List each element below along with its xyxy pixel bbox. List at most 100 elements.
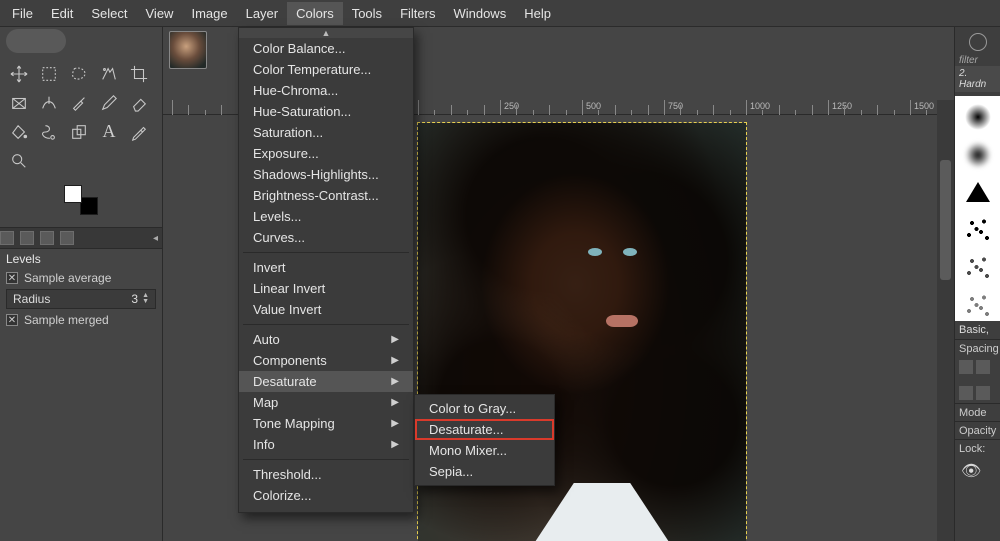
menu-filters[interactable]: Filters [391,2,444,25]
tool-eraser[interactable] [124,89,154,116]
menu-item-curves[interactable]: Curves... [239,227,413,248]
menu-tools[interactable]: Tools [343,2,391,25]
menu-item-colorize[interactable]: Colorize... [239,485,413,506]
pattern-icon[interactable] [969,33,987,51]
menu-item-label: Color Temperature... [253,62,371,77]
submenu-item-mono-mixer[interactable]: Mono Mixer... [415,440,554,461]
menu-item-linear-invert[interactable]: Linear Invert [239,278,413,299]
tool-clone[interactable] [64,118,94,145]
visibility-eye-icon[interactable]: 👁 [955,457,1000,485]
spacing-row[interactable]: Spacing [955,339,1000,357]
menu-item-color-balance[interactable]: Color Balance... [239,38,413,59]
scroll-up-icon[interactable]: ▲ [239,28,413,38]
menu-item-info[interactable]: Info▶ [239,434,413,455]
submenu-item-label: Mono Mixer... [429,443,507,458]
menu-item-value-invert[interactable]: Value Invert [239,299,413,320]
tool-text[interactable]: A [94,118,124,145]
option-sample-merged[interactable]: ✕ Sample merged [0,311,162,329]
menu-item-desaturate[interactable]: Desaturate ▶ [239,371,413,392]
mini-icon[interactable] [959,360,973,374]
brush-noise[interactable] [961,288,995,322]
brush-action-icons [955,357,1000,377]
menu-view[interactable]: View [137,2,183,25]
basic-label: Basic, [955,321,1000,339]
tool-warp[interactable] [34,89,64,116]
brush-noise[interactable] [961,250,995,284]
mode-row[interactable]: Mode [955,403,1000,421]
radius-value: 3 [131,292,138,306]
tool-transform[interactable] [4,89,34,116]
tool-paintbrush[interactable] [64,89,94,116]
menu-item-brightness-contrast[interactable]: Brightness-Contrast... [239,185,413,206]
menu-item-saturation[interactable]: Saturation... [239,122,413,143]
submenu-item-desaturate[interactable]: Desaturate... [415,419,554,440]
menu-item-invert[interactable]: Invert [239,257,413,278]
checkbox-icon: ✕ [6,314,18,326]
brush-soft[interactable] [961,138,995,172]
menu-item-label: Colorize... [253,488,312,503]
menu-item-map[interactable]: Map▶ [239,392,413,413]
tool-pencil[interactable] [94,89,124,116]
menu-item-exposure[interactable]: Exposure... [239,143,413,164]
tool-rect-select[interactable] [34,60,64,87]
spacing-label: Spacing [959,343,999,355]
lock-row[interactable]: Lock: [955,439,1000,457]
tool-bucket-fill[interactable] [4,118,34,145]
menu-item-levels[interactable]: Levels... [239,206,413,227]
tool-zoom[interactable] [4,147,34,174]
dock-menu-icon[interactable]: ◂ [153,233,158,244]
submenu-arrow-icon: ▶ [391,376,399,387]
menu-item-label: Brightness-Contrast... [253,188,379,203]
menu-item-shadows-highlights[interactable]: Shadows-Highlights... [239,164,413,185]
menu-item-auto[interactable]: Auto▶ [239,329,413,350]
opacity-row[interactable]: Opacity [955,421,1000,439]
brush-grid[interactable] [955,96,1000,321]
brush-noise[interactable] [961,212,995,246]
submenu-item-label: Desaturate... [429,422,503,437]
option-sample-average[interactable]: ✕ Sample average [0,269,162,287]
tool-free-select[interactable] [64,60,94,87]
menu-item-label: Desaturate [253,374,317,389]
brush-star[interactable] [961,176,995,208]
brush-soft[interactable] [961,100,995,134]
spinner-icon[interactable]: ▲▼ [142,293,149,305]
menu-edit[interactable]: Edit [42,2,82,25]
dock-tab-3[interactable] [40,231,54,245]
menu-item-color-temperature[interactable]: Color Temperature... [239,59,413,80]
menu-select[interactable]: Select [82,2,136,25]
menu-layer[interactable]: Layer [237,2,288,25]
tool-fuzzy-select[interactable] [94,60,124,87]
submenu-item-sepia[interactable]: Sepia... [415,461,554,482]
tool-smudge[interactable] [34,118,64,145]
tool-color-picker[interactable] [124,118,154,145]
menu-item-components[interactable]: Components▶ [239,350,413,371]
menu-item-hue-saturation[interactable]: Hue-Saturation... [239,101,413,122]
foreground-color[interactable] [64,185,82,203]
tool-crop[interactable] [124,60,154,87]
menu-help[interactable]: Help [515,2,560,25]
menu-item-hue-chroma[interactable]: Hue-Chroma... [239,80,413,101]
option-label: Sample merged [24,313,109,327]
menu-item-tone-mapping[interactable]: Tone Mapping▶ [239,413,413,434]
menu-colors[interactable]: Colors [287,2,343,25]
image-thumbnail[interactable] [169,31,207,69]
menu-image[interactable]: Image [182,2,236,25]
menu-file[interactable]: File [3,2,42,25]
radius-input[interactable]: Radius 3 ▲▼ [6,289,156,309]
menu-item-threshold[interactable]: Threshold... [239,464,413,485]
mini-icon[interactable] [976,386,990,400]
submenu-item-color-to-gray[interactable]: Color to Gray... [415,398,554,419]
mini-icon[interactable] [959,386,973,400]
background-color[interactable] [80,197,98,215]
dock-tab-1[interactable] [0,231,14,245]
dock-tab-4[interactable] [60,231,74,245]
menu-separator [243,324,409,325]
menu-separator [243,459,409,460]
mini-icon[interactable] [976,360,990,374]
ruler-tick-label: 250 [504,101,519,111]
dock-tab-2[interactable] [20,231,34,245]
opacity-label: Opacity [959,425,996,437]
vertical-scrollbar[interactable] [937,100,954,541]
menu-windows[interactable]: Windows [444,2,515,25]
tool-move[interactable] [4,60,34,87]
